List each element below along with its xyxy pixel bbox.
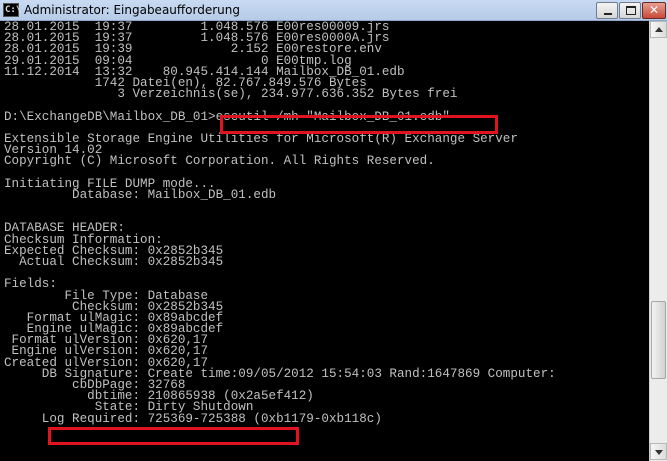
maximize-icon <box>626 6 636 15</box>
console-line: Log Required: 725369-725388 (0xb1179-0xb… <box>4 411 382 426</box>
console-line: Actual Checksum: 0x2852b345 <box>4 254 224 269</box>
console-line: D:\ExchangeDB\Mailbox_DB_01>eseutil /mh … <box>4 109 450 124</box>
window-title: Administrator: Eingabeaufforderung <box>24 3 240 17</box>
arrow-up-icon <box>655 27 663 32</box>
console-line: Copyright (C) Microsoft Corporation. All… <box>4 154 435 169</box>
vertical-scrollbar[interactable] <box>649 21 667 461</box>
console-line: 3 Verzeichnis(se), 234.977.636.352 Bytes… <box>4 87 458 102</box>
cmd-icon-label: C:\ <box>5 5 22 15</box>
command-prompt-window: C:\ Administrator: Eingabeaufforderung ✕… <box>0 0 667 461</box>
console-output[interactable]: 28.01.2015 19:37 1.048.576 E00res00009.j… <box>0 21 649 461</box>
cmd-icon[interactable]: C:\ <box>3 3 22 17</box>
minimize-button[interactable] <box>596 2 618 19</box>
scroll-thumb[interactable] <box>651 301 666 379</box>
scroll-down-button[interactable] <box>650 443 667 460</box>
scroll-up-button[interactable] <box>650 21 667 38</box>
maximize-button[interactable] <box>619 2 641 19</box>
console-line: Database: Mailbox_DB_01.edb <box>4 187 277 202</box>
close-button[interactable]: ✕ <box>642 2 666 19</box>
console-text: 28.01.2015 19:37 1.048.576 E00res00009.j… <box>4 21 556 426</box>
arrow-down-icon <box>655 450 663 455</box>
close-icon: ✕ <box>648 3 660 17</box>
title-bar[interactable]: C:\ Administrator: Eingabeaufforderung ✕ <box>0 0 667 21</box>
minimize-icon <box>604 13 612 15</box>
